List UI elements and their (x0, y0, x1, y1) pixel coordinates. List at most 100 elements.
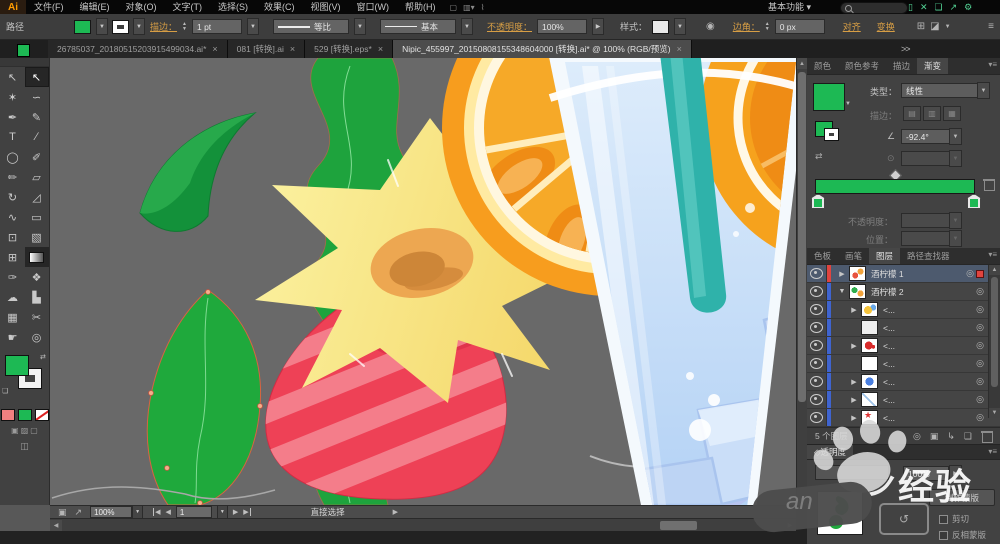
expand-arrow-icon[interactable]: ▶ (835, 270, 849, 278)
panel-tab-颜色[interactable]: 颜色 (807, 58, 838, 74)
type-tool[interactable]: T (1, 127, 25, 147)
vertical-scroll-thumb[interactable] (798, 72, 806, 402)
panel-tab-路径查找器[interactable]: 路径查找器 (900, 248, 957, 264)
gradient-swatch[interactable] (813, 83, 845, 111)
panel-tab-色板[interactable]: 色板 (807, 248, 838, 264)
menu-item-2[interactable]: 编辑(E) (72, 0, 118, 14)
visibility-toggle[interactable] (807, 319, 827, 336)
pen-tool[interactable]: ✒ (1, 107, 25, 127)
artboard-dropdown-icon[interactable]: ▼ (217, 505, 228, 519)
menu-item-3[interactable]: 对象(O) (118, 0, 165, 14)
layers-scroll-up-icon[interactable]: ▲ (989, 265, 1000, 275)
layer-row[interactable]: ▶<...◎ (807, 301, 1000, 319)
slice-tool[interactable]: ✂ (25, 307, 49, 327)
share-screen-icon[interactable]: ↗ (75, 507, 83, 518)
close-tab-icon[interactable]: × (212, 44, 217, 54)
layers-scroll-down-icon[interactable]: ▼ (989, 408, 1000, 418)
layer-row[interactable]: <...◎ (807, 319, 1000, 337)
stroke-across-icon[interactable]: ▦ (943, 106, 961, 121)
paintbrush-tool[interactable]: ✐ (25, 147, 49, 167)
visibility-toggle[interactable] (807, 283, 827, 300)
panel-tab-颜色参考[interactable]: 颜色参考 (838, 58, 886, 74)
menu-item-7[interactable]: 视图(V) (303, 0, 349, 14)
layer-thumbnail[interactable] (861, 320, 878, 335)
menu-item-9[interactable]: 帮助(H) (397, 0, 444, 14)
id-icon[interactable]: ▯ (908, 1, 913, 13)
opacity-value[interactable]: 100% (537, 19, 587, 34)
next-artboard-icon[interactable]: ▶ (233, 508, 238, 516)
corner-label[interactable]: 边角： (733, 20, 760, 33)
layer-row[interactable]: ▼酒柠檬 2◎ (807, 283, 1000, 301)
new-sublayer-icon[interactable]: ↳ (947, 431, 955, 442)
document-tab[interactable]: 081 [转换].ai× (228, 40, 306, 58)
style-swatch[interactable] (652, 20, 669, 34)
gradient-stop-right[interactable] (967, 194, 981, 209)
gradient-angle-value[interactable]: -92.4° (901, 129, 953, 144)
direct-selection-tool[interactable]: ↖ (25, 67, 49, 87)
target-icon[interactable]: ◎ (976, 304, 984, 315)
stroke-dropdown-icon[interactable]: ▼ (133, 18, 145, 35)
layer-thumbnail[interactable] (861, 302, 878, 317)
tools-panel-grip[interactable] (0, 58, 49, 67)
layers-scroll-thumb[interactable] (991, 277, 998, 387)
color-button[interactable] (1, 409, 15, 421)
tab-overflow-icon[interactable]: >> (901, 44, 910, 54)
target-icon[interactable]: ◎ (976, 376, 984, 387)
eyedropper-tool[interactable]: ✑ (1, 267, 25, 287)
clipping-mask-icon[interactable]: ▣ (930, 431, 939, 442)
width-tool[interactable]: ∿ (1, 207, 25, 227)
target-icon[interactable]: ◎ (976, 286, 984, 297)
layer-thumbnail[interactable] (861, 356, 878, 371)
brush-definition[interactable]: 基本 (380, 19, 456, 34)
panel-tab-描边[interactable]: 描边 (886, 58, 917, 74)
canvas[interactable] (50, 58, 796, 505)
stroke-weight-dropdown-icon[interactable]: ▼ (247, 18, 259, 35)
target-icon[interactable]: ◎ (976, 394, 984, 405)
expand-arrow-icon[interactable]: ▼ (835, 288, 849, 295)
vertical-scrollbar[interactable]: ▲ ▼ (796, 58, 807, 505)
close-tab-icon[interactable]: × (677, 44, 682, 54)
tab-transparency[interactable]: ◇ 透明度 (807, 445, 853, 459)
opacity-dropdown-icon[interactable]: ▶ (592, 18, 604, 35)
layer-row[interactable]: <...◎ (807, 355, 1000, 373)
stroke-weight-value[interactable]: 1 pt (192, 19, 242, 34)
app-logo[interactable]: Ai (0, 0, 26, 14)
horizontal-scroll-thumb[interactable] (660, 521, 697, 530)
transparency-opacity-value[interactable]: 100% (903, 466, 949, 481)
transform-link[interactable]: 变换 (877, 20, 895, 33)
first-artboard-icon[interactable]: ◀ (153, 508, 160, 516)
panel-menu-icon[interactable]: ▾≡ (988, 250, 997, 259)
panel-tab-渐变[interactable]: 渐变 (917, 58, 948, 74)
visibility-toggle[interactable] (807, 355, 827, 372)
gradient-type-select[interactable]: 线性 (901, 83, 981, 98)
gradient-button[interactable] (18, 409, 32, 421)
last-artboard-icon[interactable]: ▶ (243, 508, 250, 516)
fill-color-indicator[interactable] (5, 355, 29, 376)
bridge-icon[interactable]: ▢ (450, 3, 458, 12)
draw-normal-icon[interactable]: ▣ (11, 426, 19, 435)
fill-proxy-swatch[interactable] (17, 44, 30, 57)
scroll-up-icon[interactable]: ▲ (797, 58, 807, 69)
live-paint-tool[interactable]: ▧ (25, 227, 49, 247)
visibility-toggle[interactable] (807, 337, 827, 354)
blend-tool[interactable]: ❖ (25, 267, 49, 287)
share-icon[interactable]: ↗ (950, 1, 958, 13)
reverse-gradient-icon[interactable]: ⇄ (815, 151, 823, 162)
transparency-opacity-dropdown-icon[interactable]: ▶ (949, 465, 962, 482)
visibility-toggle[interactable] (807, 409, 827, 426)
draw-behind-icon[interactable]: ▨ (21, 426, 29, 435)
expand-arrow-icon[interactable]: ▶ (847, 396, 861, 404)
gradient-swatch-dropdown-icon[interactable]: ▼ (845, 101, 851, 107)
target-icon[interactable]: ◎ (966, 268, 974, 279)
draw-inside-icon[interactable]: ▢ (30, 426, 38, 435)
gradient-fill-stroke-toggle[interactable] (815, 121, 833, 137)
visibility-toggle[interactable] (807, 373, 827, 390)
search-input[interactable] (840, 2, 908, 14)
stop-position-value[interactable] (901, 231, 953, 246)
shape-options-dropdown-icon[interactable]: ▼ (945, 24, 951, 30)
layer-thumbnail[interactable] (861, 410, 878, 425)
layer-row[interactable]: ▶<...◎ (807, 391, 1000, 409)
ellipse-tool[interactable]: ◯ (1, 147, 25, 167)
profile-dropdown-icon[interactable]: ▼ (354, 18, 366, 35)
brush-dropdown-icon[interactable]: ▼ (461, 18, 473, 35)
